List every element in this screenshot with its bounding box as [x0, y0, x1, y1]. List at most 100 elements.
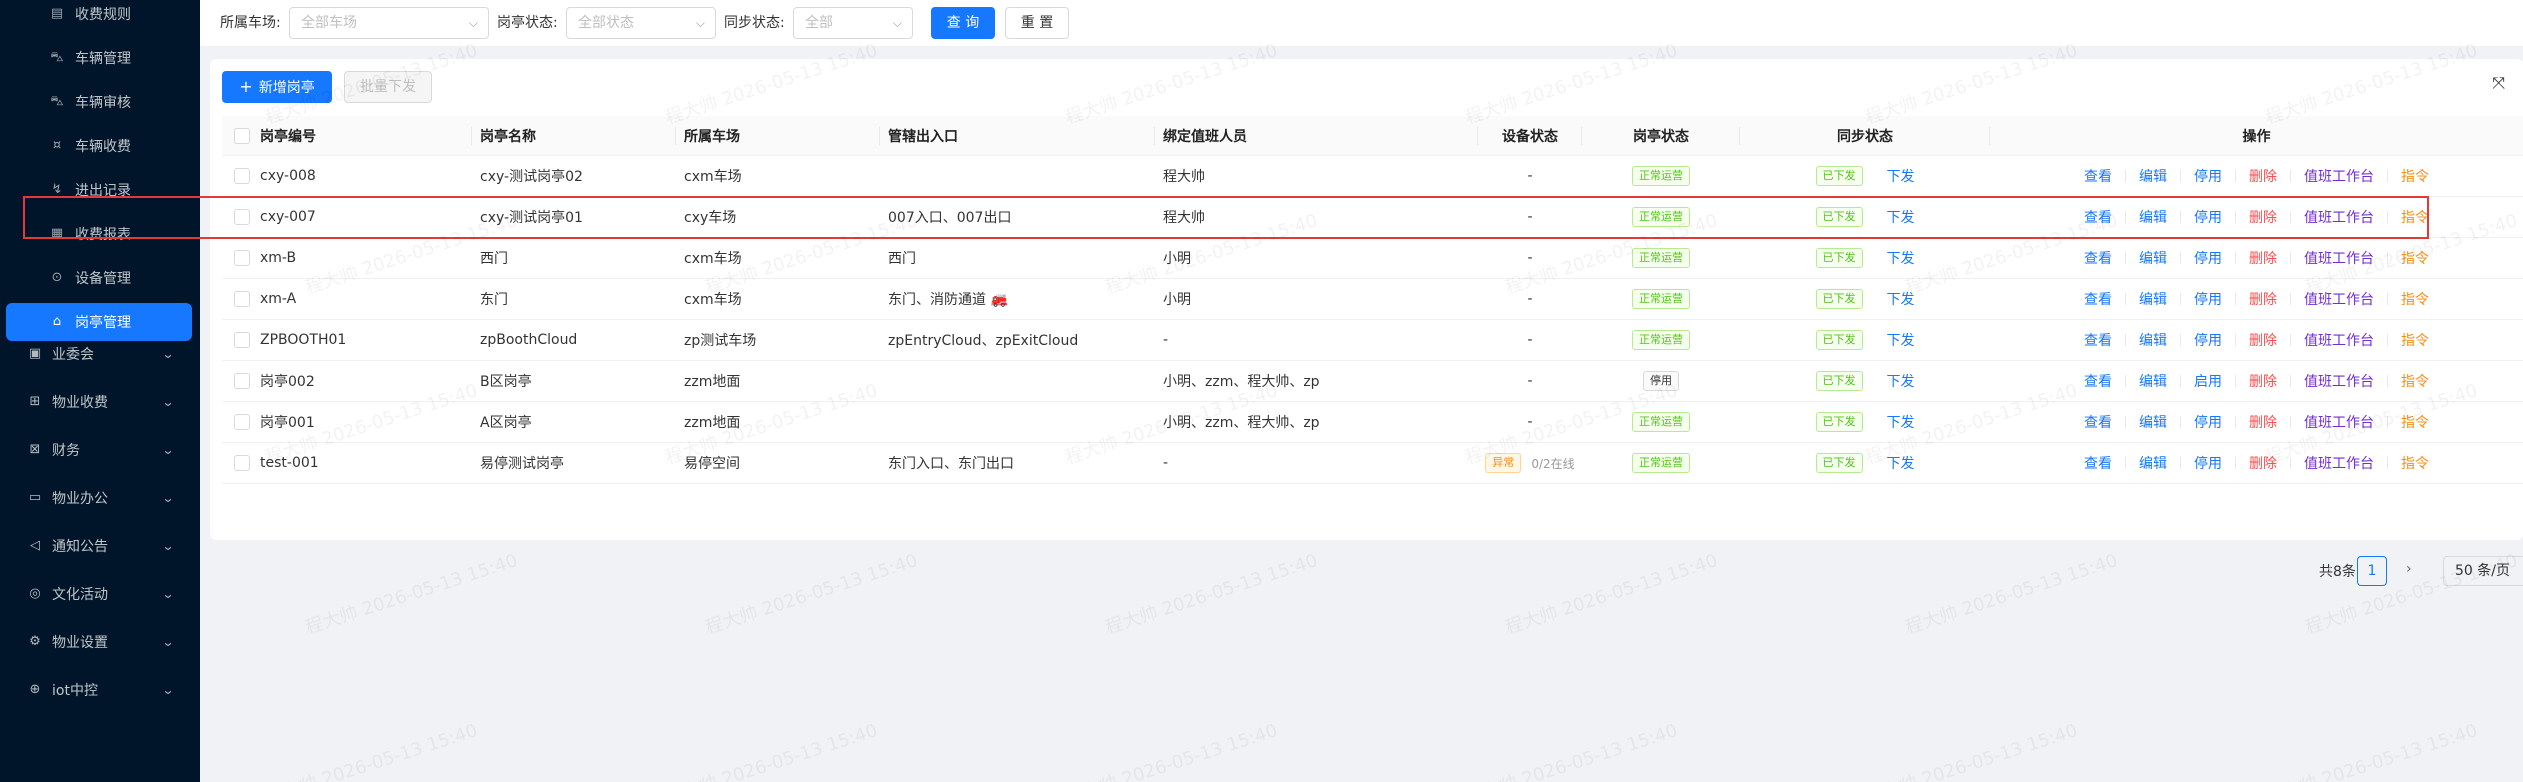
- row-checkbox[interactable]: [234, 414, 250, 430]
- dispatch-link[interactable]: 下发: [1887, 166, 1915, 186]
- delete-link[interactable]: 删除: [2249, 371, 2277, 391]
- row-checkbox[interactable]: [234, 209, 250, 225]
- toggle-link[interactable]: 停用: [2194, 166, 2222, 186]
- sidebar-menu-committee[interactable]: ▣ 业委会 ⌄: [0, 332, 200, 376]
- table-row[interactable]: xm-A 东门 cxm车场 东门、消防通道 🚒 小明 - 正常运营 已下发 下发 查看 编辑 停用 删除…: [222, 279, 2523, 320]
- table-row[interactable]: cxy-008 cxy-测试岗亭02 cxm车场 程大帅 - 正常运营 已下发 下发 查看 编辑 停…: [222, 156, 2523, 197]
- duty-console-link[interactable]: 值班工作台: [2304, 412, 2374, 432]
- fullscreen-icon[interactable]: ⤧: [2492, 73, 2505, 93]
- edit-link[interactable]: 编辑: [2139, 207, 2167, 227]
- query-button[interactable]: 查 询: [931, 7, 995, 39]
- page-1-button[interactable]: 1: [2357, 556, 2387, 586]
- duty-console-link[interactable]: 值班工作台: [2304, 166, 2374, 186]
- table-row[interactable]: test-001 易停测试岗亭 易停空间 东门入口、东门出口 - 异常 0/2在线 正常运营 已…: [222, 443, 2523, 484]
- sidebar-menu-fee[interactable]: ⊞ 物业收费 ⌄: [0, 380, 200, 424]
- view-link[interactable]: 查看: [2084, 207, 2112, 227]
- duty-console-link[interactable]: 值班工作台: [2304, 207, 2374, 227]
- select-all-checkbox[interactable]: [234, 127, 250, 144]
- delete-link[interactable]: 删除: [2249, 412, 2277, 432]
- table-row[interactable]: 岗亭002 B区岗亭 zzm地面 小明、zzm、程大帅、zp - 停用 已下发 下发 查看 编辑 启…: [222, 361, 2523, 402]
- duty-console-link[interactable]: 值班工作台: [2304, 453, 2374, 473]
- toggle-link[interactable]: 停用: [2194, 453, 2222, 473]
- row-checkbox[interactable]: [234, 168, 250, 184]
- duty-console-link[interactable]: 值班工作台: [2304, 289, 2374, 309]
- command-link[interactable]: 指令: [2401, 289, 2429, 309]
- command-link[interactable]: 指令: [2401, 330, 2429, 350]
- command-link[interactable]: 指令: [2401, 371, 2429, 391]
- row-checkbox[interactable]: [234, 332, 250, 348]
- parking-lot-select[interactable]: 全部车场 ⌵: [289, 7, 489, 39]
- sidebar-menu-finance[interactable]: ⊠ 财务 ⌄: [0, 428, 200, 472]
- sidebar-item-coin[interactable]: ¤ 车辆收费: [0, 124, 200, 168]
- delete-link[interactable]: 删除: [2249, 330, 2277, 350]
- duty-console-link[interactable]: 值班工作台: [2304, 248, 2374, 268]
- dispatch-link[interactable]: 下发: [1887, 248, 1915, 268]
- edit-link[interactable]: 编辑: [2139, 371, 2167, 391]
- delete-link[interactable]: 删除: [2249, 453, 2277, 473]
- row-checkbox[interactable]: [234, 373, 250, 389]
- sidebar-menu-settings[interactable]: ⚙ 物业设置 ⌄: [0, 620, 200, 664]
- delete-link[interactable]: 删除: [2249, 166, 2277, 186]
- view-link[interactable]: 查看: [2084, 166, 2112, 186]
- duty-console-link[interactable]: 值班工作台: [2304, 330, 2374, 350]
- reset-button[interactable]: 重 置: [1005, 7, 1069, 39]
- dispatch-link[interactable]: 下发: [1887, 207, 1915, 227]
- table-row[interactable]: 岗亭001 A区岗亭 zzm地面 小明、zzm、程大帅、zp - 正常运营 已下发 下发 查看 编…: [222, 402, 2523, 443]
- dispatch-link[interactable]: 下发: [1887, 371, 1915, 391]
- toggle-link[interactable]: 停用: [2194, 412, 2222, 432]
- view-link[interactable]: 查看: [2084, 248, 2112, 268]
- toggle-link[interactable]: 停用: [2194, 207, 2222, 227]
- sidebar-item-audit[interactable]: ⛍ 车辆审核: [0, 80, 200, 124]
- command-link[interactable]: 指令: [2401, 412, 2429, 432]
- dispatch-link[interactable]: 下发: [1887, 412, 1915, 432]
- toggle-link[interactable]: 启用: [2194, 371, 2222, 391]
- row-checkbox[interactable]: [234, 250, 250, 266]
- sidebar-item-device[interactable]: ⊙ 设备管理: [0, 256, 200, 300]
- duty-console-link[interactable]: 值班工作台: [2304, 371, 2374, 391]
- row-checkbox[interactable]: [234, 291, 250, 307]
- sidebar-item-car[interactable]: ⛍ 车辆管理: [0, 36, 200, 80]
- edit-link[interactable]: 编辑: [2139, 248, 2167, 268]
- add-booth-button[interactable]: + 新增岗亭: [222, 71, 332, 103]
- command-link[interactable]: 指令: [2401, 207, 2429, 227]
- toggle-link[interactable]: 停用: [2194, 289, 2222, 309]
- delete-link[interactable]: 删除: [2249, 289, 2277, 309]
- sidebar-item-record[interactable]: ↯ 进出记录: [0, 168, 200, 212]
- sidebar-menu-activity[interactable]: ◎ 文化活动 ⌄: [0, 572, 200, 616]
- sidebar-item-report[interactable]: ▦ 收费报表: [0, 212, 200, 256]
- table-row[interactable]: xm-B 西门 cxm车场 西门 小明 - 正常运营 已下发 下发 查看 编辑 停用 删除 值班工作台 指令: [222, 238, 2523, 279]
- booth-status-select[interactable]: 全部状态 ⌵: [566, 7, 716, 39]
- prev-page-icon[interactable]: ‹: [2327, 561, 2333, 577]
- next-page-icon[interactable]: ›: [2406, 561, 2412, 577]
- command-link[interactable]: 指令: [2401, 166, 2429, 186]
- view-link[interactable]: 查看: [2084, 289, 2112, 309]
- batch-dispatch-button[interactable]: 批量下发: [344, 71, 432, 103]
- table-row[interactable]: ZPBOOTH01 zpBoothCloud zp测试车场 zpEntryCloud、…: [222, 320, 2523, 361]
- delete-link[interactable]: 删除: [2249, 207, 2277, 227]
- command-link[interactable]: 指令: [2401, 248, 2429, 268]
- delete-link[interactable]: 删除: [2249, 248, 2277, 268]
- sidebar-menu-notice[interactable]: ◁ 通知公告 ⌄: [0, 524, 200, 568]
- sidebar-menu-office[interactable]: ▭ 物业办公 ⌄: [0, 476, 200, 520]
- page-size-select[interactable]: 50 条/页: [2443, 556, 2523, 586]
- edit-link[interactable]: 编辑: [2139, 330, 2167, 350]
- view-link[interactable]: 查看: [2084, 453, 2112, 473]
- toggle-link[interactable]: 停用: [2194, 330, 2222, 350]
- toggle-link[interactable]: 停用: [2194, 248, 2222, 268]
- sidebar-item-receipt[interactable]: ▤ 收费规则: [0, 0, 200, 36]
- edit-link[interactable]: 编辑: [2139, 166, 2167, 186]
- command-link[interactable]: 指令: [2401, 453, 2429, 473]
- dispatch-link[interactable]: 下发: [1887, 330, 1915, 350]
- table-row[interactable]: cxy-007 cxy-测试岗亭01 cxy车场 007入口、007出口 程大帅 - 正常运…: [222, 197, 2523, 238]
- view-link[interactable]: 查看: [2084, 330, 2112, 350]
- dispatch-link[interactable]: 下发: [1887, 289, 1915, 309]
- edit-link[interactable]: 编辑: [2139, 289, 2167, 309]
- dispatch-link[interactable]: 下发: [1887, 453, 1915, 473]
- edit-link[interactable]: 编辑: [2139, 412, 2167, 432]
- view-link[interactable]: 查看: [2084, 412, 2112, 432]
- view-link[interactable]: 查看: [2084, 371, 2112, 391]
- row-checkbox[interactable]: [234, 455, 250, 471]
- sync-status-select[interactable]: 全部 ⌵: [793, 7, 913, 39]
- edit-link[interactable]: 编辑: [2139, 453, 2167, 473]
- sidebar-menu-iot[interactable]: ⊕ iot中控 ⌄: [0, 668, 200, 712]
